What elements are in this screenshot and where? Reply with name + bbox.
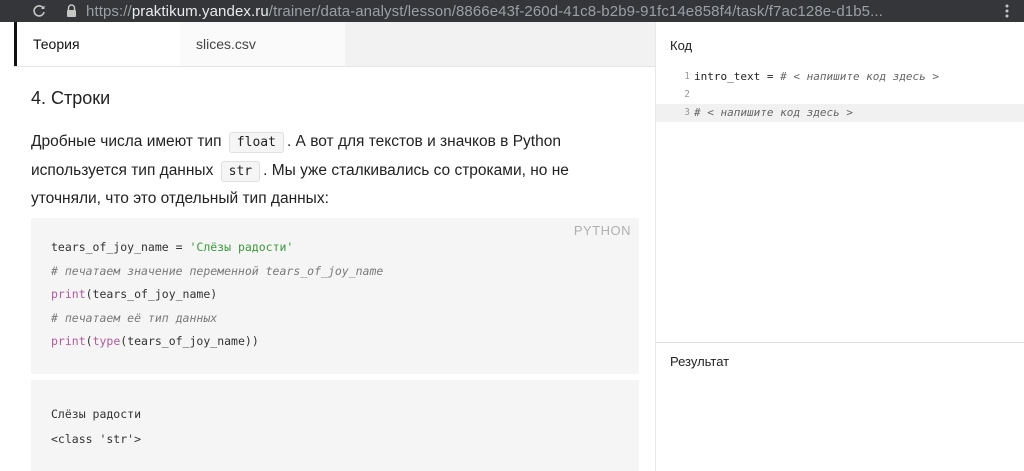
editor-title: Код (670, 38, 693, 53)
code-language-label: PYTHON (573, 223, 631, 238)
editor-line[interactable]: 2 (656, 86, 1024, 104)
tab-slices-csv[interactable]: slices.csv (180, 22, 345, 66)
code-line-5-open: ( (85, 334, 93, 348)
tab-divider (14, 66, 655, 67)
browser-address-bar: https://praktikum.yandex.ru/trainer/data… (0, 0, 1024, 22)
code-line-2-comment: # печатаем значение переменной tears_of_… (51, 263, 384, 278)
reload-icon[interactable] (28, 0, 50, 22)
tab-theory[interactable]: Теория (14, 22, 180, 66)
editor-code: intro_text = (694, 70, 781, 83)
code-output-block: Слёзы радости <class 'str'> (31, 380, 639, 471)
code-example-lines: tears_of_joy_name = 'Слёзы радости' # пе… (51, 236, 383, 354)
output-line-2: <class 'str'> (51, 432, 142, 446)
para-text-1: Дробные числа имеют тип (31, 133, 222, 150)
inline-code-float: float (228, 132, 284, 153)
code-line-1-var: tears_of_joy_name = (51, 240, 190, 254)
editor-comment: # < напишите код здесь > (780, 70, 940, 83)
code-line-1-string: 'Слёзы радости' (189, 240, 294, 254)
code-line-5-type: type (92, 334, 121, 348)
inline-code-str: str (220, 160, 261, 182)
code-line-4-comment: # печатаем её тип данных (51, 310, 218, 325)
lesson-paragraph: Дробные числа имеют тип float. А вот для… (31, 128, 631, 213)
code-line-3-args: (tears_of_joy_name) (85, 287, 218, 301)
line-number: 1 (684, 71, 690, 82)
editor-line-text[interactable]: intro_text = # < напишите код здесь > (694, 68, 939, 86)
kebab-menu-icon[interactable] (998, 0, 1016, 22)
lesson-panel: Теория slices.csv 4. Строки Дробные числ… (0, 22, 655, 471)
url-host: praktikum.yandex.ru (131, 2, 269, 20)
line-number: 2 (684, 89, 690, 100)
url-scheme: https:// (86, 2, 132, 20)
line-number: 3 (684, 107, 690, 118)
code-example-block: PYTHON tears_of_joy_name = 'Слёзы радост… (31, 218, 639, 374)
result-panel: Результат (656, 343, 1024, 471)
code-line-3-print: print (51, 287, 86, 301)
editor-line-active[interactable]: 3 # < напишите код здесь > (656, 104, 1024, 122)
result-title: Результат (670, 354, 730, 369)
url-field[interactable]: https://praktikum.yandex.ru/trainer/data… (86, 3, 916, 20)
tab-bar: Теория slices.csv (14, 22, 655, 66)
lesson-title: 4. Строки (31, 88, 111, 108)
code-line-5-print: print (51, 334, 86, 348)
lock-icon[interactable] (64, 2, 78, 20)
code-editor[interactable]: 1 intro_text = # < напишите код здесь > … (656, 68, 1024, 128)
editor-line-text[interactable]: # < напишите код здесь > (694, 104, 853, 122)
url-path: /trainer/data-analyst/lesson/8866e43f-26… (268, 2, 883, 20)
code-line-5-args: (tears_of_joy_name)) (120, 334, 259, 348)
editor-comment: # < напишите код здесь > (694, 106, 853, 119)
editor-line[interactable]: 1 intro_text = # < напишите код здесь > (656, 68, 1024, 86)
output-line-1: Слёзы радости (51, 407, 142, 421)
code-output-lines: Слёзы радости <class 'str'> (51, 402, 141, 452)
editor-panel: Код 1 intro_text = # < напишите код здес… (655, 22, 1024, 471)
